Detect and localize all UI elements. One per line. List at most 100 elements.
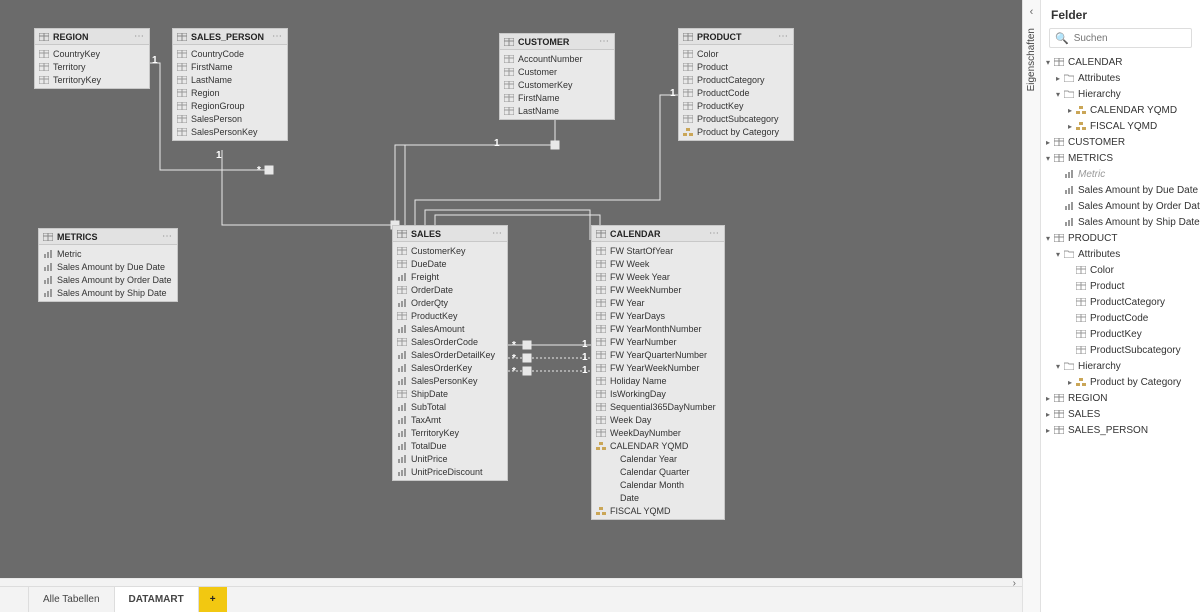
entity-menu-icon[interactable]: ⋯: [162, 233, 173, 241]
tree-node[interactable]: Metric: [1041, 166, 1200, 182]
tree-node[interactable]: ▸Product by Category: [1041, 374, 1200, 390]
tree-node[interactable]: Color: [1041, 262, 1200, 278]
entity-field[interactable]: ProductSubcategory: [679, 112, 793, 125]
tree-node[interactable]: ▸SALES_PERSON: [1041, 422, 1200, 438]
properties-rail-collapsed[interactable]: ‹ Eigenschaften: [1022, 0, 1040, 612]
entity-field[interactable]: Product: [679, 60, 793, 73]
entity-hierarchy[interactable]: FISCAL YQMD: [592, 504, 724, 517]
entity-field[interactable]: SalesPersonKey: [173, 125, 287, 138]
entity-field[interactable]: Sales Amount by Order Date: [39, 273, 177, 286]
tree-node[interactable]: ▾CALENDAR: [1041, 54, 1200, 70]
entity-sales-person[interactable]: SALES_PERSON ⋯ CountryCodeFirstNameLastN…: [172, 28, 288, 141]
entity-product[interactable]: PRODUCT ⋯ ColorProductProductCategoryPro…: [678, 28, 794, 141]
entity-field[interactable]: FW YearNumber: [592, 335, 724, 348]
entity-menu-icon[interactable]: ⋯: [599, 38, 610, 46]
entity-field[interactable]: CountryKey: [35, 47, 149, 60]
entity-field[interactable]: LastName: [173, 73, 287, 86]
tree-node[interactable]: ▾Hierarchy: [1041, 86, 1200, 102]
entity-field[interactable]: ProductCategory: [679, 73, 793, 86]
tree-twisty[interactable]: ▸: [1065, 122, 1075, 131]
entity-field[interactable]: Sales Amount by Ship Date: [39, 286, 177, 299]
entity-sales[interactable]: SALES ⋯ CustomerKeyDueDateFreightOrderDa…: [392, 225, 508, 481]
tab-datamart[interactable]: DATAMART: [115, 587, 199, 612]
entity-field[interactable]: Freight: [393, 270, 507, 283]
tree-twisty[interactable]: ▸: [1065, 106, 1075, 115]
entity-field[interactable]: UnitPrice: [393, 452, 507, 465]
entity-field[interactable]: RegionGroup: [173, 99, 287, 112]
entity-field[interactable]: DueDate: [393, 257, 507, 270]
entity-field[interactable]: TaxAmt: [393, 413, 507, 426]
entity-field[interactable]: SalesOrderCode: [393, 335, 507, 348]
model-canvas[interactable]: 1 * 1 1 1 * 1 * 1 * 1 REGION ⋯ CountryKe…: [0, 0, 1022, 578]
entity-header[interactable]: REGION ⋯: [35, 29, 149, 45]
tree-twisty[interactable]: ▾: [1043, 58, 1053, 67]
tree-node[interactable]: ▾PRODUCT: [1041, 230, 1200, 246]
entity-field[interactable]: Sales Amount by Due Date: [39, 260, 177, 273]
entity-field[interactable]: FW Year: [592, 296, 724, 309]
tree-twisty[interactable]: ▸: [1043, 138, 1053, 147]
entity-field[interactable]: OrderDate: [393, 283, 507, 296]
entity-field[interactable]: FirstName: [500, 91, 614, 104]
entity-field[interactable]: CountryCode: [173, 47, 287, 60]
tree-twisty[interactable]: ▾: [1043, 154, 1053, 163]
entity-field[interactable]: SalesAmount: [393, 322, 507, 335]
tree-node[interactable]: ▾Attributes: [1041, 246, 1200, 262]
tree-node[interactable]: Product: [1041, 278, 1200, 294]
tree-twisty[interactable]: ▾: [1053, 362, 1063, 371]
fields-search[interactable]: 🔍: [1049, 28, 1192, 48]
tab-all-tables[interactable]: Alle Tabellen: [29, 587, 115, 612]
search-input[interactable]: [1074, 33, 1200, 44]
entity-field[interactable]: Holiday Name: [592, 374, 724, 387]
entity-header[interactable]: SALES_PERSON ⋯: [173, 29, 287, 45]
entity-field[interactable]: Week Day: [592, 413, 724, 426]
entity-field[interactable]: FW StartOfYear: [592, 244, 724, 257]
scroll-right-icon[interactable]: ›: [1013, 578, 1016, 589]
entity-field[interactable]: Customer: [500, 65, 614, 78]
entity-field[interactable]: SalesOrderKey: [393, 361, 507, 374]
tree-twisty[interactable]: ▸: [1065, 378, 1075, 387]
entity-metrics[interactable]: METRICS ⋯ MetricSales Amount by Due Date…: [38, 228, 178, 302]
hierarchy-level[interactable]: Calendar Quarter: [592, 465, 724, 478]
entity-field[interactable]: Metric: [39, 247, 177, 260]
entity-field[interactable]: FW Week Year: [592, 270, 724, 283]
entity-field[interactable]: Product by Category: [679, 125, 793, 138]
tree-twisty[interactable]: ▾: [1053, 90, 1063, 99]
entity-field[interactable]: FW YearQuarterNumber: [592, 348, 724, 361]
entity-menu-icon[interactable]: ⋯: [272, 33, 283, 41]
tree-node[interactable]: ▾Hierarchy: [1041, 358, 1200, 374]
entity-field[interactable]: ProductCode: [679, 86, 793, 99]
tree-node[interactable]: Sales Amount by Ship Date: [1041, 214, 1200, 230]
tree-node[interactable]: ProductKey: [1041, 326, 1200, 342]
tree-twisty[interactable]: ▸: [1043, 394, 1053, 403]
entity-header[interactable]: PRODUCT ⋯: [679, 29, 793, 45]
fields-tree[interactable]: ▾CALENDAR▸Attributes▾Hierarchy▸CALENDAR …: [1041, 54, 1200, 612]
tree-node[interactable]: ▸SALES: [1041, 406, 1200, 422]
tree-node[interactable]: Sales Amount by Due Date: [1041, 182, 1200, 198]
tree-twisty[interactable]: ▾: [1053, 250, 1063, 259]
tree-node[interactable]: ▾METRICS: [1041, 150, 1200, 166]
entity-header[interactable]: CALENDAR ⋯: [592, 226, 724, 242]
entity-field[interactable]: FirstName: [173, 60, 287, 73]
entity-hierarchy[interactable]: CALENDAR YQMD: [592, 439, 724, 452]
entity-field[interactable]: Color: [679, 47, 793, 60]
entity-header[interactable]: METRICS ⋯: [39, 229, 177, 245]
entity-field[interactable]: TerritoryKey: [393, 426, 507, 439]
hierarchy-level[interactable]: Date: [592, 491, 724, 504]
entity-field[interactable]: LastName: [500, 104, 614, 117]
entity-field[interactable]: SalesPersonKey: [393, 374, 507, 387]
entity-field[interactable]: SubTotal: [393, 400, 507, 413]
entity-menu-icon[interactable]: ⋯: [134, 33, 145, 41]
entity-field[interactable]: ProductKey: [679, 99, 793, 112]
entity-field[interactable]: IsWorkingDay: [592, 387, 724, 400]
entity-menu-icon[interactable]: ⋯: [778, 33, 789, 41]
entity-field[interactable]: FW YearDays: [592, 309, 724, 322]
entity-field[interactable]: CustomerKey: [393, 244, 507, 257]
hierarchy-level[interactable]: Calendar Year: [592, 452, 724, 465]
tree-twisty[interactable]: ▸: [1043, 410, 1053, 419]
entity-field[interactable]: FW YearWeekNumber: [592, 361, 724, 374]
entity-field[interactable]: TerritoryKey: [35, 73, 149, 86]
tree-twisty[interactable]: ▸: [1043, 426, 1053, 435]
entity-region[interactable]: REGION ⋯ CountryKeyTerritoryTerritoryKey: [34, 28, 150, 89]
entity-field[interactable]: SalesPerson: [173, 112, 287, 125]
entity-calendar[interactable]: CALENDAR ⋯ FW StartOfYearFW WeekFW Week …: [591, 225, 725, 520]
